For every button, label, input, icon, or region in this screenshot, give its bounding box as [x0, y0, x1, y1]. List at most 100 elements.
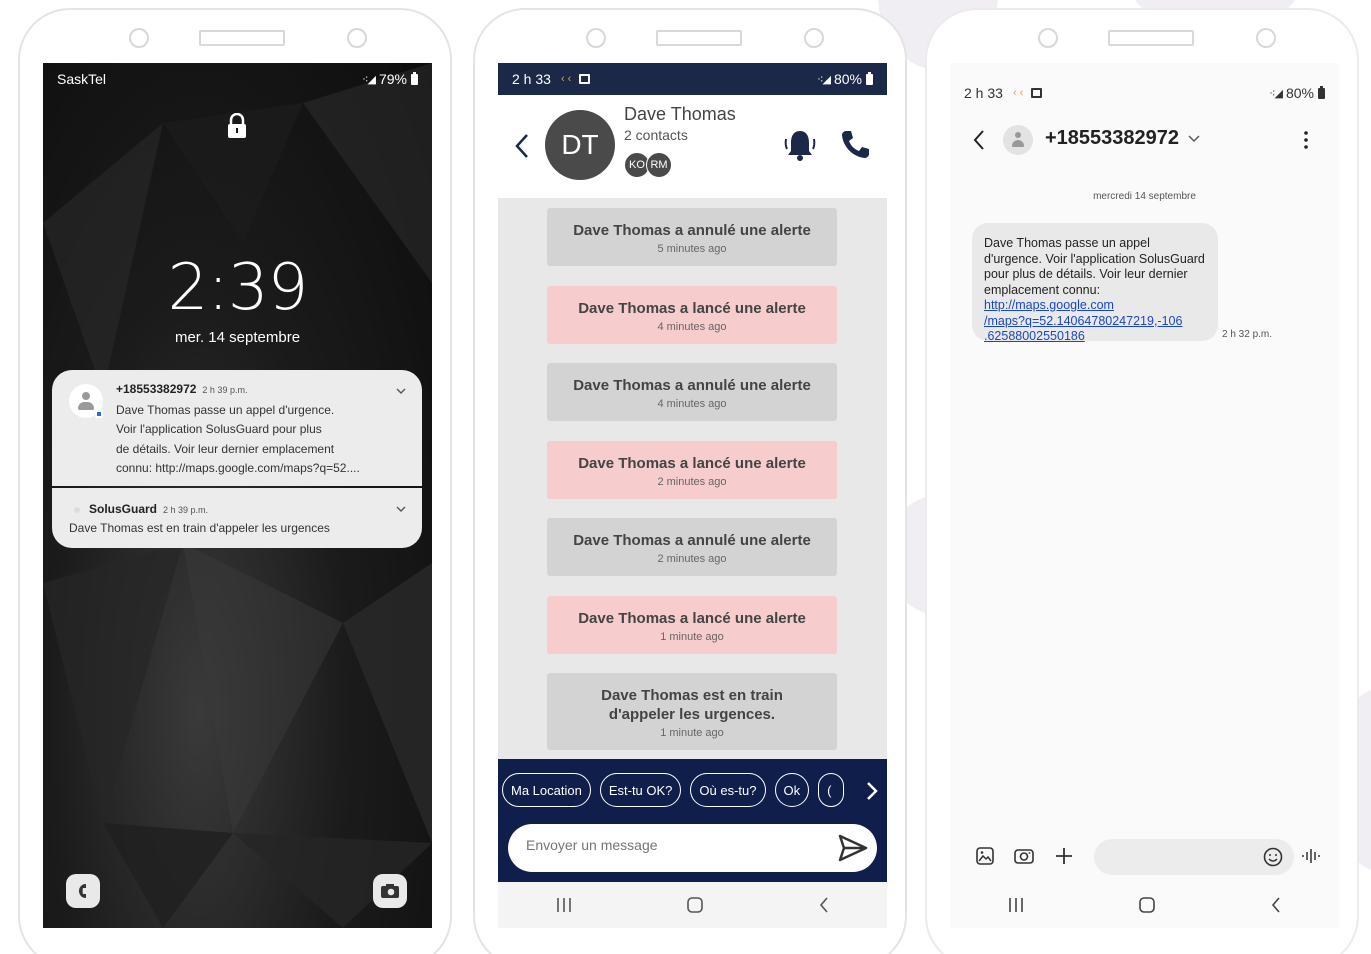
image-notification-icon	[1031, 88, 1043, 98]
contact-avatar-icon[interactable]	[1003, 125, 1033, 155]
message-text: Dave Thomas a lancé une alerte	[578, 610, 806, 627]
notification-line: Voir l'application SolusGuard pour plus	[116, 422, 322, 437]
recents-nav-icon[interactable]	[1007, 897, 1025, 913]
emoji-icon[interactable]	[1262, 846, 1284, 868]
notification-sender: +18553382972	[116, 382, 197, 396]
recents-nav-icon[interactable]	[555, 897, 573, 913]
alert-message: Dave Thomas a annulé une alerte 2 minute…	[547, 518, 837, 576]
alert-message: Dave Thomas a annulé une alerte 5 minute…	[547, 208, 837, 266]
notification-line: de détails. Voir leur dernier emplacemen…	[116, 441, 335, 456]
alert-message: Dave Thomas a lancé une alerte 4 minutes…	[547, 286, 837, 344]
map-link[interactable]: http://maps.google.com/maps?q=52.1406478…	[984, 298, 1182, 343]
battery-percent: 79%	[378, 71, 407, 87]
wifi-signal-icon: ⁖◢	[362, 73, 376, 86]
lock-screen: SaskTel ⁖◢ 79% 2:39 mer. 14 septembre +1…	[43, 63, 432, 928]
camera-icon[interactable]	[1013, 845, 1035, 867]
message-text: Dave Thomas a lancé une alerte	[578, 300, 806, 317]
speaker-grille	[1108, 30, 1194, 46]
padlock-icon	[228, 113, 246, 138]
battery-icon	[866, 71, 873, 85]
composer-bar: Ma Location Est-tu OK? Où es-tu? Ok (	[498, 759, 887, 882]
chat-header: DT Dave Thomas 2 contacts KO RM	[498, 95, 887, 198]
home-nav-icon[interactable]	[686, 896, 704, 914]
expand-chevron-icon[interactable]	[396, 504, 406, 514]
scroll-right-chevron-icon[interactable]	[865, 781, 879, 801]
sensor	[1256, 28, 1276, 48]
sms-text: Dave Thomas passe un appel d'urgence. Vo…	[984, 236, 1205, 297]
quick-reply-chip[interactable]: Ma Location	[502, 773, 591, 807]
notification-time: 2 h 39 p.m.	[202, 385, 248, 395]
voice-input-icon[interactable]	[1300, 845, 1322, 867]
expand-chevron-icon[interactable]	[396, 386, 406, 396]
battery-icon	[411, 71, 418, 85]
app-screen: 2 h 33 ‹ ‹ ⁖◢ 80% DT Dave Thomas 2 conta…	[498, 63, 887, 928]
alert-message: Dave Thomas a annulé une alerte 4 minute…	[547, 363, 837, 421]
message-time: 1 minute ago	[660, 631, 724, 643]
carrier-label: SaskTel	[57, 71, 107, 87]
message-text: Dave Thomas est en train d'appeler les u…	[601, 687, 783, 723]
back-nav-icon[interactable]	[1270, 896, 1282, 914]
message-text: Dave Thomas a annulé une alerte	[573, 377, 811, 394]
status-indicators-icon: ‹ ‹	[560, 73, 572, 85]
message-time: 5 minutes ago	[657, 243, 727, 255]
map-link-line: http://maps.google.com	[984, 298, 1114, 312]
alert-bell-icon[interactable]	[783, 127, 817, 163]
gallery-icon[interactable]	[974, 845, 996, 867]
quick-replies: Ma Location Est-tu OK? Où es-tu? Ok (	[502, 773, 845, 807]
sms-compose-bar	[950, 837, 1339, 877]
status-indicators-icon: ‹ ‹	[1012, 87, 1024, 99]
quick-reply-chip[interactable]: Est-tu OK?	[599, 773, 682, 807]
phone-lockscreen: SaskTel ⁖◢ 79% 2:39 mer. 14 septembre +1…	[18, 8, 452, 954]
quick-reply-chip[interactable]: (	[818, 773, 845, 807]
member-avatar[interactable]: RM	[646, 152, 672, 178]
quick-reply-chip[interactable]: Ok	[774, 773, 810, 807]
wifi-signal-icon: ⁖◢	[817, 73, 831, 86]
alert-message: Dave Thomas a lancé une alerte 2 minutes…	[547, 441, 837, 499]
message-time: 4 minutes ago	[657, 398, 727, 410]
back-arrow-icon[interactable]	[972, 129, 986, 151]
alert-message: Dave Thomas est en train d'appeler les u…	[547, 673, 837, 750]
phone-app: 2 h 33 ‹ ‹ ⁖◢ 80% DT Dave Thomas 2 conta…	[473, 8, 907, 954]
speaker-grille	[199, 30, 285, 46]
message-time: 1 minute ago	[660, 727, 724, 739]
quick-reply-chip[interactable]: Où es-tu?	[690, 773, 766, 807]
conversation-number[interactable]: +18553382972	[1045, 127, 1179, 150]
status-bar: 2 h 33 ‹ ‹ ⁖◢ 80%	[950, 77, 1339, 109]
notification-line: connu: http://maps.google.com/maps?q=52.…	[116, 460, 360, 475]
sms-notification[interactable]: +18553382972 2 h 39 p.m. Dave Thomas pass…	[52, 370, 422, 486]
status-time: 2 h 33	[964, 85, 1003, 101]
phone-shortcut-button[interactable]	[66, 874, 100, 908]
add-attachment-icon[interactable]	[1053, 845, 1075, 867]
back-arrow-icon[interactable]	[514, 133, 530, 159]
camera-shortcut-button[interactable]	[373, 874, 407, 908]
contact-count: 2 contacts	[624, 127, 688, 143]
notification-title: +18553382972 2 h 39 p.m.	[116, 382, 247, 396]
solusguard-notification[interactable]: SolusGuard 2 h 39 p.m. Dave Thomas est en…	[52, 488, 422, 548]
lock-date: mer. 14 septembre	[174, 329, 301, 346]
wifi-signal-icon: ⁖◢	[1269, 87, 1283, 100]
sensor	[804, 28, 824, 48]
speaker-grille	[656, 30, 742, 46]
notification-body: Dave Thomas passe un appel d'urgence. Vo…	[116, 401, 386, 478]
sms-bubble[interactable]: Dave Thomas passe un appel d'urgence. Vo…	[972, 223, 1218, 343]
call-icon[interactable]	[840, 128, 872, 160]
front-camera	[586, 28, 606, 48]
more-options-icon[interactable]	[1304, 130, 1308, 150]
chevron-down-icon[interactable]	[1188, 135, 1200, 143]
message-input[interactable]	[526, 837, 816, 853]
battery-percent: 80%	[833, 71, 862, 87]
send-icon[interactable]	[838, 834, 868, 862]
sms-screen: 2 h 33 ‹ ‹ ⁖◢ 80% +18553382972 mercredi …	[950, 63, 1339, 928]
message-timestamp: 2 h 32 p.m.	[1222, 329, 1273, 340]
group-avatar[interactable]: DT	[545, 110, 615, 180]
sms-input[interactable]	[1108, 848, 1248, 864]
front-camera	[129, 28, 149, 48]
alert-message: Dave Thomas a lancé une alerte 1 minute …	[547, 596, 837, 654]
message-time: 2 minutes ago	[657, 476, 727, 488]
back-nav-icon[interactable]	[818, 896, 830, 914]
status-time: 2 h 33	[512, 71, 551, 87]
home-nav-icon[interactable]	[1138, 896, 1156, 914]
notification-body: Dave Thomas est en train d'appeler les u…	[69, 521, 330, 535]
map-link-line: .62588002550186	[984, 329, 1085, 343]
message-text: Dave Thomas a lancé une alerte	[578, 455, 806, 472]
